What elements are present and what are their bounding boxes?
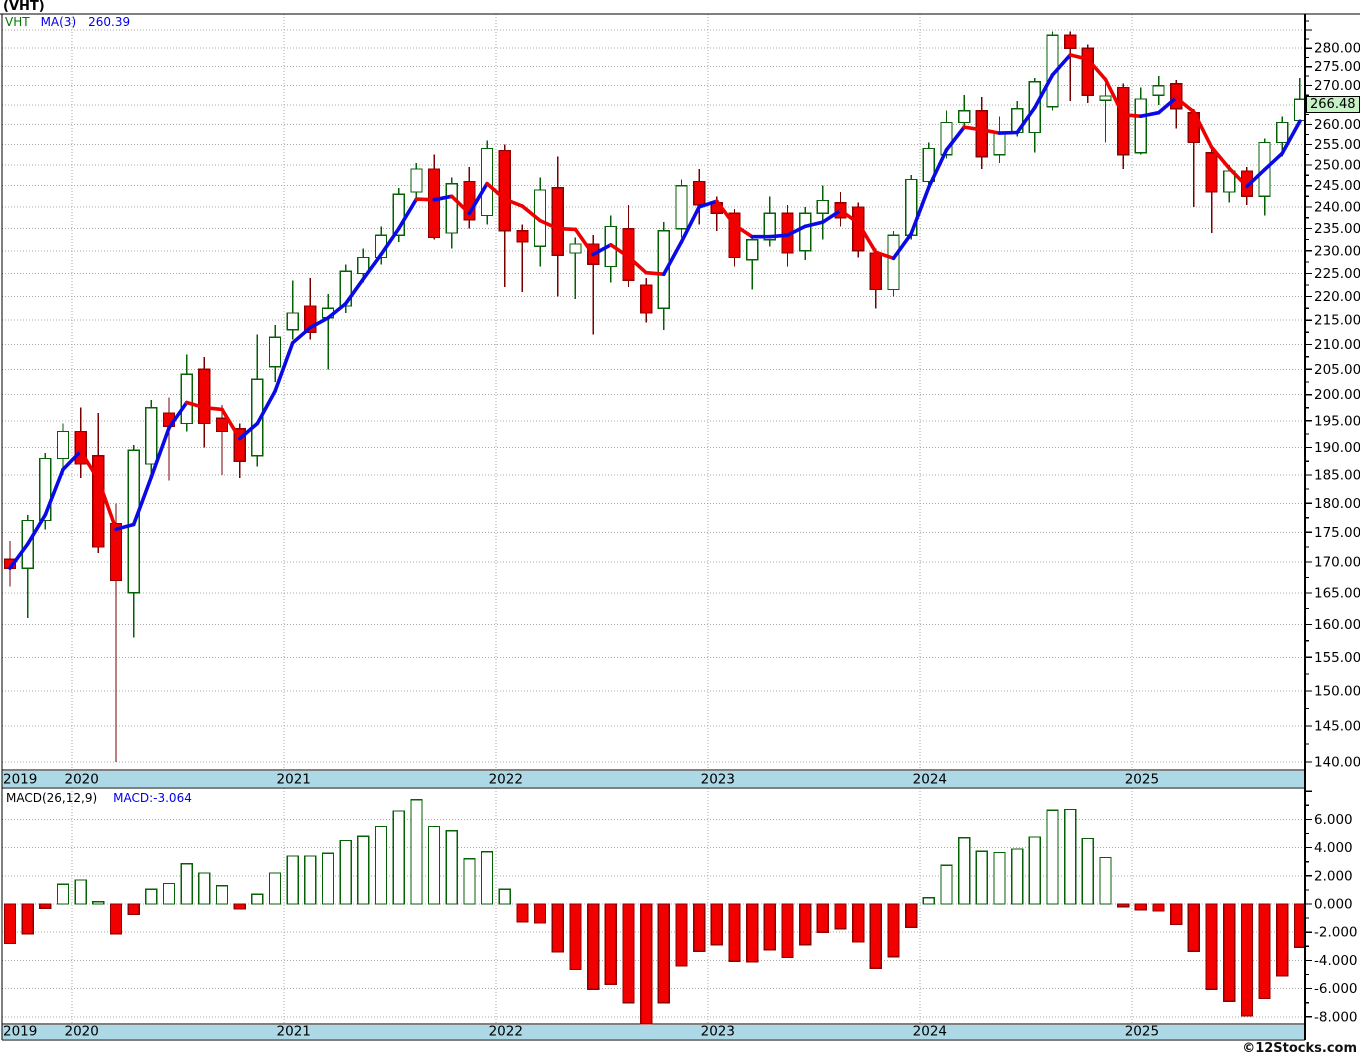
macd-axis: 6.000 4.000 2.000 0.000 -2.000 -4.000 -6.000 -8… (1305, 790, 1358, 1025)
svg-text:245.00: 245.00 (1314, 178, 1360, 194)
svg-text:2024: 2024 (913, 772, 947, 788)
svg-text:190.00: 190.00 (1314, 440, 1360, 456)
svg-text:180.00: 180.00 (1314, 496, 1360, 512)
macd-legend-value: MACD:-3.064 (113, 791, 192, 805)
svg-text:225.00: 225.00 (1314, 266, 1360, 282)
candlesticks (3, 31, 1307, 763)
svg-text:2020: 2020 (65, 772, 99, 788)
svg-text:235.00: 235.00 (1314, 221, 1360, 237)
svg-text:2019: 2019 (3, 1024, 37, 1040)
svg-text:240.00: 240.00 (1314, 199, 1360, 215)
svg-text:4.000: 4.000 (1314, 840, 1353, 856)
macd-legend: MACD(26,12,9) MACD:-3.064 (6, 791, 192, 805)
legend-symbol: VHT (5, 15, 30, 29)
legend-ma-label: MA(3) (40, 15, 77, 29)
stock-chart-page: 2019 2019 2020 2020 2021 2021 2022 2022 2023 2023… (0, 0, 1360, 1056)
svg-text:200.00: 200.00 (1314, 387, 1360, 403)
chart-canvas: 2019 2019 2020 2020 2021 2021 2022 2022 2023 2023… (0, 13, 1360, 1041)
svg-text:185.00: 185.00 (1314, 468, 1360, 484)
svg-text:-2.000: -2.000 (1314, 925, 1358, 941)
svg-text:2022: 2022 (489, 772, 523, 788)
svg-text:280.00: 280.00 (1314, 41, 1360, 57)
svg-text:0.000: 0.000 (1314, 897, 1353, 913)
price-axis: 280.00 275.00 270.00 260.00 255.00 250.00 245.… (1305, 20, 1360, 771)
svg-text:-6.000: -6.000 (1314, 981, 1358, 997)
legend-ma-value: 260.39 (88, 15, 131, 29)
svg-text:160.00: 160.00 (1314, 617, 1360, 633)
svg-text:230.00: 230.00 (1314, 243, 1360, 259)
year-axis-bands: 2019 2019 2020 2020 2021 2021 2022 2022 2023 2023… (2, 769, 1305, 1041)
svg-text:165.00: 165.00 (1314, 585, 1360, 601)
svg-text:270.00: 270.00 (1314, 78, 1360, 94)
svg-text:2023: 2023 (701, 772, 735, 788)
ma3-line (8, 53, 1302, 571)
copyright-watermark: ©12Stocks.com (1242, 1041, 1357, 1056)
svg-text:6.000: 6.000 (1314, 812, 1353, 828)
page-title: (VHT) (3, 0, 45, 14)
svg-text:275.00: 275.00 (1314, 59, 1360, 75)
svg-text:2.000: 2.000 (1314, 868, 1353, 884)
svg-text:250.00: 250.00 (1314, 157, 1360, 173)
svg-text:195.00: 195.00 (1314, 413, 1360, 429)
svg-text:-4.000: -4.000 (1314, 953, 1358, 969)
price-legend: VHT MA(3) 260.39 (5, 15, 130, 29)
svg-text:2025: 2025 (1125, 1024, 1159, 1040)
svg-text:210.00: 210.00 (1314, 337, 1360, 353)
svg-text:145.00: 145.00 (1314, 718, 1360, 734)
svg-text:255.00: 255.00 (1314, 137, 1360, 153)
svg-text:2020: 2020 (65, 1024, 99, 1040)
svg-text:205.00: 205.00 (1314, 362, 1360, 378)
svg-text:175.00: 175.00 (1314, 525, 1360, 541)
svg-text:2021: 2021 (277, 1024, 311, 1040)
svg-text:2019: 2019 (3, 772, 37, 788)
svg-text:170.00: 170.00 (1314, 555, 1360, 571)
svg-text:215.00: 215.00 (1314, 313, 1360, 329)
svg-text:-8.000: -8.000 (1314, 1009, 1358, 1025)
svg-text:220.00: 220.00 (1314, 289, 1360, 305)
macd-histogram (3, 799, 1307, 1025)
svg-text:2023: 2023 (701, 1024, 735, 1040)
svg-text:260.00: 260.00 (1314, 117, 1360, 133)
svg-text:150.00: 150.00 (1314, 684, 1360, 700)
last-price-badge: 266.48 (1306, 96, 1360, 113)
svg-text:140.00: 140.00 (1314, 755, 1360, 771)
svg-text:2022: 2022 (489, 1024, 523, 1040)
svg-text:155.00: 155.00 (1314, 650, 1360, 666)
svg-text:2025: 2025 (1125, 772, 1159, 788)
svg-text:2021: 2021 (277, 772, 311, 788)
svg-text:2024: 2024 (913, 1024, 947, 1040)
macd-legend-name: MACD(26,12,9) (6, 791, 98, 805)
